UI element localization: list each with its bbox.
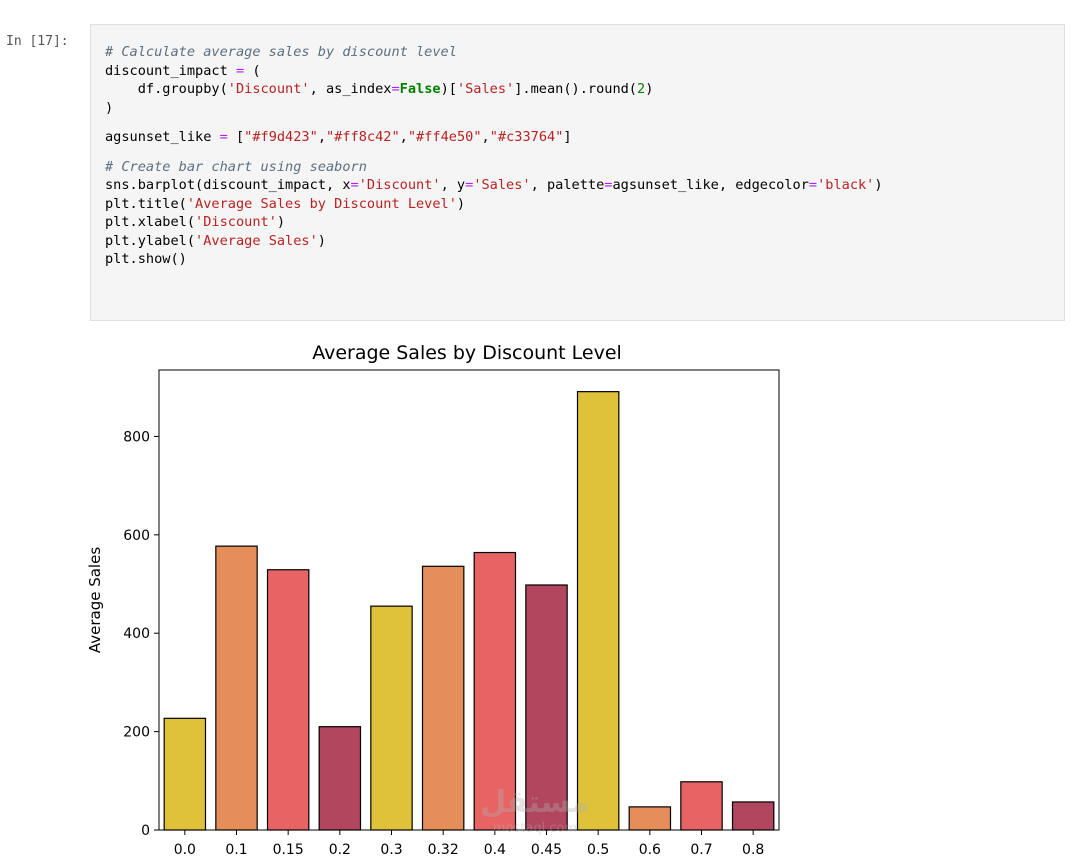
code-line: plt.title('Average Sales by Discount Lev… xyxy=(105,195,883,214)
code-token: ) xyxy=(645,81,654,97)
x-tick-label: 0.15 xyxy=(273,842,304,858)
code-token: agsunset_like, edgecolor xyxy=(612,177,809,193)
code-token: discount_impact xyxy=(105,62,236,79)
code-token: sns.barplot(discount_impact, x xyxy=(105,177,351,193)
code-string: 'Sales' xyxy=(456,81,515,97)
code-token: , xyxy=(317,129,326,145)
code-keyword: False xyxy=(399,81,441,97)
bar-0.15 xyxy=(266,569,310,831)
code-token: ] xyxy=(563,129,572,145)
code-comment: # Calculate average sales by discount le… xyxy=(105,44,457,60)
code-line: ) xyxy=(105,99,883,118)
code-operator: = xyxy=(219,129,228,145)
code-line: plt.ylabel('Average Sales') xyxy=(105,232,883,251)
code-string: 'black' xyxy=(817,177,875,193)
code-line: # Create bar chart using seaborn xyxy=(105,158,883,177)
code-cell[interactable]: # Calculate average sales by discount le… xyxy=(90,24,1065,321)
y-tick-label: 0 xyxy=(141,823,150,839)
code-token: , as_index xyxy=(309,81,392,97)
code-line: agsunset_like = ["#f9d423","#ff8c42","#f… xyxy=(105,128,883,147)
code-token: , palette xyxy=(530,177,605,193)
x-tick-label: 0.3 xyxy=(380,842,402,858)
bar-0.0 xyxy=(163,717,207,831)
y-tick-label: 800 xyxy=(123,429,150,445)
bar-0.8 xyxy=(731,801,775,831)
code-string: "#ff4e50" xyxy=(407,129,482,145)
x-tick-label: 0.8 xyxy=(742,842,764,858)
code-editor[interactable]: # Calculate average sales by discount le… xyxy=(105,43,883,269)
code-token: ( xyxy=(244,62,261,79)
code-string: 'Sales' xyxy=(473,177,531,193)
code-line: discount_impact = ( xyxy=(105,62,883,81)
svg-text:mostaql.com: mostaql.com xyxy=(493,821,577,836)
code-operator: = xyxy=(391,81,400,97)
code-token: ) xyxy=(105,99,114,116)
bar-0.6 xyxy=(628,806,672,831)
bar-0.5 xyxy=(576,391,620,831)
code-token: , y xyxy=(440,177,466,193)
code-token: ) xyxy=(276,214,286,230)
cell-output: Average Sales by Discount Level Average … xyxy=(80,330,800,860)
code-token: [ xyxy=(227,129,245,145)
y-axis-label: Average Sales xyxy=(86,547,104,653)
code-operator: = xyxy=(350,177,359,193)
code-line: df.groupby('Discount', as_index=False)['… xyxy=(105,80,883,99)
x-tick-label: 0.4 xyxy=(484,842,506,858)
x-tick-label: 0.45 xyxy=(531,842,562,858)
x-tick-label: 0.6 xyxy=(639,842,661,858)
y-tick-label: 600 xyxy=(123,528,150,544)
svg-text:مستقل: مستقل xyxy=(480,785,590,820)
code-token: ].mean().round( xyxy=(514,81,637,97)
bar-0.3 xyxy=(370,605,413,831)
code-string: 'Average Sales' xyxy=(195,232,318,249)
code-token: agsunset_like xyxy=(105,129,220,145)
code-token: plt.title( xyxy=(105,195,187,212)
watermark-logo: مستقل mostaql.com xyxy=(480,785,590,836)
code-comment: # Create bar chart using seaborn xyxy=(105,158,367,175)
y-tick-label: 200 xyxy=(123,725,150,741)
code-token: ) xyxy=(456,195,466,212)
code-line: # Calculate average sales by discount le… xyxy=(105,43,883,62)
code-string: "#c33764" xyxy=(489,129,564,145)
code-string: 'Average Sales by Discount Level' xyxy=(186,195,457,212)
code-line: plt.xlabel('Discount') xyxy=(105,213,883,232)
code-token: ) xyxy=(874,177,883,193)
code-string: "#ff8c42" xyxy=(326,129,400,145)
x-tick-label: 0.1 xyxy=(225,842,247,858)
code-number: 2 xyxy=(637,81,646,97)
code-line: sns.barplot(discount_impact, x='Discount… xyxy=(105,176,883,195)
bar-0.32 xyxy=(421,565,465,831)
code-line: plt.show() xyxy=(105,250,883,269)
x-tick-label: 0.7 xyxy=(690,842,712,858)
code-token: plt.ylabel( xyxy=(105,232,196,249)
bar-0.7 xyxy=(680,781,723,831)
code-token: , xyxy=(399,129,408,145)
x-tick-label: 0.5 xyxy=(587,842,609,858)
code-token: plt.xlabel( xyxy=(105,214,196,230)
code-token: )[ xyxy=(440,81,457,97)
bars xyxy=(163,391,775,831)
y-tick-label: 400 xyxy=(123,626,150,642)
code-token: plt.show() xyxy=(105,251,187,267)
code-string: 'Discount' xyxy=(195,214,277,230)
code-token: ) xyxy=(317,232,326,249)
bar-chart: Average Sales by Discount Level Average … xyxy=(86,342,780,858)
chart-title: Average Sales by Discount Level xyxy=(312,342,622,364)
bar-0.1 xyxy=(215,545,258,831)
code-operator: = xyxy=(808,177,818,193)
code-string: 'Discount' xyxy=(227,81,310,97)
bar-0.2 xyxy=(318,726,362,831)
code-operator: = xyxy=(235,62,245,79)
code-token: df.groupby( xyxy=(105,81,228,97)
code-string: 'Discount' xyxy=(358,177,441,193)
code-string: "#f9d423" xyxy=(244,129,318,145)
x-tick-label: 0.0 xyxy=(174,842,196,858)
x-tick-label: 0.32 xyxy=(428,842,459,858)
code-token: , xyxy=(481,129,490,145)
x-tick-label: 0.2 xyxy=(329,842,351,858)
cell-prompt: In [17]: xyxy=(6,34,69,49)
